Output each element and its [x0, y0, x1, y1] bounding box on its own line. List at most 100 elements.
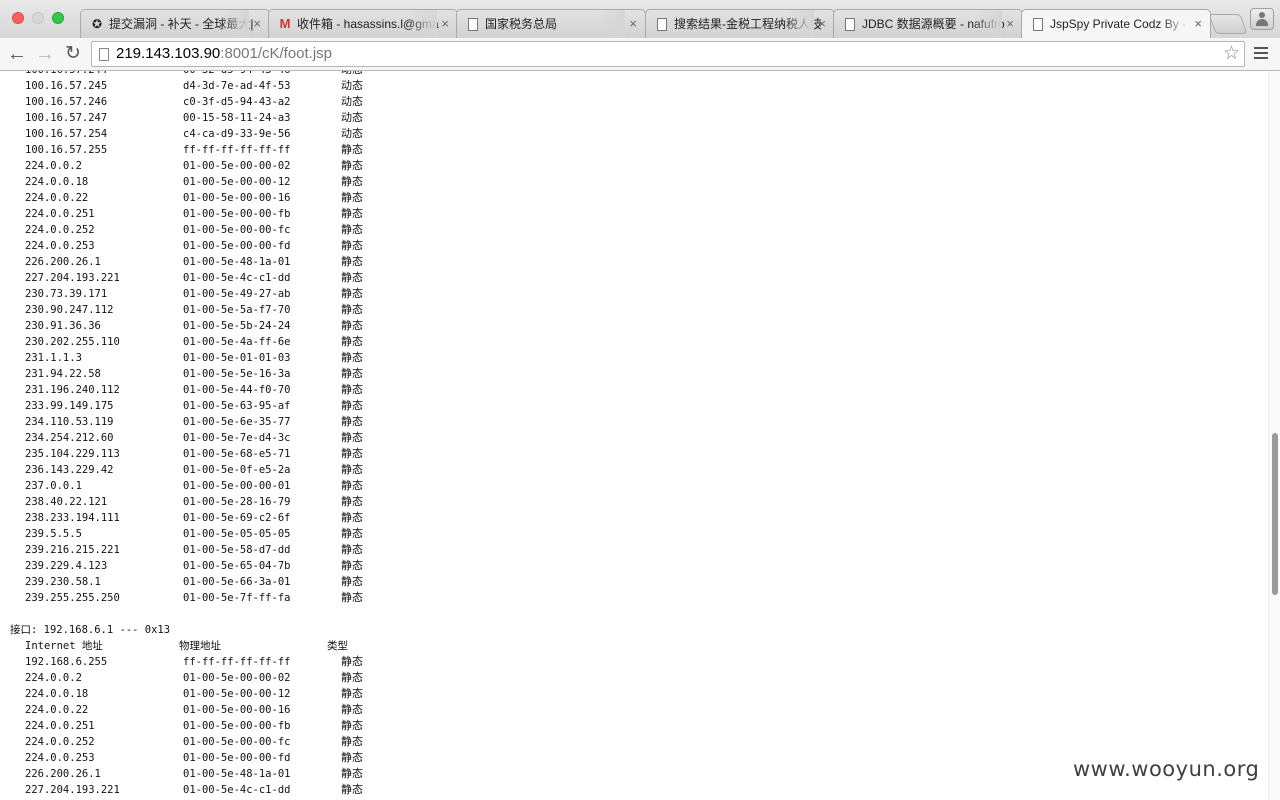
mac-address: 00-15-58-11-24-a3: [183, 112, 291, 124]
close-tab-icon[interactable]: ×: [441, 10, 449, 38]
ip-address: 230.202.255.110: [25, 336, 120, 348]
mac-address: 01-00-5e-00-00-fb: [183, 720, 291, 732]
mac-address: 01-00-5e-5e-16-3a: [183, 368, 291, 380]
close-tab-icon[interactable]: ×: [1006, 10, 1014, 38]
zoom-window-button[interactable]: [52, 12, 64, 24]
url-path: :8001/cK/foot.jsp: [220, 45, 333, 62]
table-row: 100.16.57.247 00-15-58-11-24-a3 动态: [0, 110, 1268, 126]
table-row: 224.0.0.2 01-00-5e-00-00-02 静态: [0, 670, 1268, 686]
mac-address: 01-00-5e-4c-c1-dd: [183, 784, 291, 796]
table-row: 227.204.193.221 01-00-5e-4c-c1-dd 静态: [0, 782, 1268, 798]
ip-address: 100.16.57.244: [25, 71, 107, 78]
mac-address: 01-00-5e-49-27-ab: [183, 288, 291, 300]
tab-jdbc[interactable]: JDBC 数据源概要 - nafufro ×: [833, 9, 1023, 38]
interface-label: 接口: 192.168.6.1 --- 0x13: [10, 624, 171, 636]
address-bar[interactable]: 219.143.103.90:8001/cK/foot.jsp ☆: [91, 41, 1245, 67]
ip-address: 100.16.57.246: [25, 96, 108, 108]
back-arrow-icon[interactable]: ←: [5, 42, 29, 66]
entry-type: 静态: [341, 159, 363, 172]
tab-gmail[interactable]: M 收件箱 - hasassins.l@gma ×: [268, 9, 458, 38]
entry-type: 静态: [341, 495, 363, 508]
tab-search-results[interactable]: 搜索结果-金税工程纳税人技 ×: [645, 9, 835, 38]
entry-type: 动态: [341, 95, 363, 108]
arp-table-output: 100.16.57.24400-32-d5-94-43-46动态100.16.5…: [0, 71, 1268, 798]
entry-type: 静态: [341, 575, 363, 588]
table-row: 100.16.57.245 d4-3d-7e-ad-4f-53 动态: [0, 78, 1268, 94]
mac-address: 01-00-5e-00-00-01: [183, 480, 291, 492]
profile-icon[interactable]: [1250, 8, 1274, 30]
mac-address: 01-00-5e-65-04-7b: [183, 560, 291, 572]
mac-address: 01-00-5e-00-00-fc: [183, 736, 291, 748]
interface-line: 接口: 192.168.6.1 --- 0x13: [0, 622, 1268, 638]
page-content: 100.16.57.24400-32-d5-94-43-46动态100.16.5…: [0, 71, 1268, 800]
table-row: 192.168.6.255 ff-ff-ff-ff-ff-ff 静态: [0, 654, 1268, 670]
tab-strip: ✪ 提交漏洞 - 补天 - 全球最大| × M 收件箱 - hasassins.…: [0, 0, 1280, 38]
entry-type: 静态: [341, 703, 363, 716]
header-physical-address: 物理地址: [179, 640, 221, 652]
mac-address: c0-3f-d5-94-43-a2: [183, 96, 291, 108]
mac-address: 01-00-5e-00-00-16: [183, 192, 291, 204]
entry-type: 静态: [341, 783, 363, 796]
mac-address: 01-00-5e-4c-c1-dd: [183, 272, 291, 284]
close-tab-icon[interactable]: ×: [629, 10, 637, 38]
ip-address: 231.1.1.3: [25, 352, 82, 364]
tab-chinatax[interactable]: 国家税务总局 ×: [456, 9, 646, 38]
menu-icon[interactable]: [1254, 47, 1268, 61]
table-row: 100.16.57.244 00-32-d5-94-43-46 动态: [0, 71, 1268, 78]
ip-address: 237.0.0.1: [25, 480, 82, 492]
table-row: 224.0.0.251 01-00-5e-00-00-fb 静态: [0, 718, 1268, 734]
entry-type: 静态: [341, 383, 363, 396]
ip-address: 230.91.36.36: [25, 320, 101, 332]
scrollbar-thumb[interactable]: [1272, 433, 1278, 595]
ip-address: 226.200.26.1: [25, 768, 101, 780]
ip-address: 236.143.229.42: [25, 464, 114, 476]
mac-address: 01-00-5e-05-05-05: [183, 528, 291, 540]
tab-butian[interactable]: ✪ 提交漏洞 - 补天 - 全球最大| ×: [80, 9, 270, 38]
tab-jspspy[interactable]: JspSpy Private Codz By - ×: [1021, 9, 1211, 38]
mac-address: d4-3d-7e-ad-4f-53: [183, 80, 291, 92]
vertical-scrollbar[interactable]: [1268, 71, 1280, 800]
ip-address: 239.230.58.1: [25, 576, 101, 588]
bookmark-star-icon[interactable]: ☆: [1223, 42, 1240, 66]
mac-address: 01-00-5e-28-16-79: [183, 496, 291, 508]
mac-address: 01-00-5e-00-00-fd: [183, 240, 291, 252]
mac-address: 01-00-5e-00-00-02: [183, 160, 291, 172]
close-tab-icon[interactable]: ×: [1194, 10, 1202, 38]
page-icon: [657, 18, 667, 31]
ip-address: 224.0.0.18: [25, 688, 89, 700]
entry-type: 静态: [341, 367, 363, 380]
table-row: 230.91.36.36 01-00-5e-5b-24-24 静态: [0, 318, 1268, 334]
ip-address: 224.0.0.252: [25, 224, 95, 236]
reload-icon[interactable]: ↻: [61, 42, 85, 66]
new-tab-button[interactable]: [1208, 14, 1248, 34]
mac-address: 01-00-5e-7e-d4-3c: [183, 432, 291, 444]
table-row: 224.0.0.18 01-00-5e-00-00-12 静态: [0, 174, 1268, 190]
forward-arrow-icon[interactable]: →: [33, 42, 57, 66]
minimize-window-button[interactable]: [32, 12, 44, 24]
table-row: 231.196.240.112 01-00-5e-44-f0-70 静态: [0, 382, 1268, 398]
table-row: 231.1.1.3 01-00-5e-01-01-03 静态: [0, 350, 1268, 366]
ip-address: 192.168.6.255: [25, 656, 108, 668]
close-window-button[interactable]: [12, 12, 24, 24]
close-tab-icon[interactable]: ×: [818, 10, 826, 38]
ip-address: 234.110.53.119: [25, 416, 114, 428]
ip-address: 227.204.193.221: [25, 272, 120, 284]
watermark: www.wooyun.org: [1073, 757, 1260, 781]
ip-address: 227.204.193.221: [25, 784, 120, 796]
table-header: Internet 地址 物理地址 类型: [0, 638, 1268, 654]
ip-address: 226.200.26.1: [25, 256, 101, 268]
ip-address: 233.99.149.175: [25, 400, 114, 412]
mac-address: 01-00-5e-01-01-03: [183, 352, 291, 364]
entry-type: 静态: [341, 687, 363, 700]
mac-address: ff-ff-ff-ff-ff-ff: [183, 144, 291, 156]
ip-address: 234.254.212.60: [25, 432, 114, 444]
ip-address: 238.233.194.111: [25, 512, 120, 524]
ip-address: 235.104.229.113: [25, 448, 120, 460]
entry-type: 静态: [341, 511, 363, 524]
entry-type: 静态: [341, 207, 363, 220]
table-row: 224.0.0.251 01-00-5e-00-00-fb 静态: [0, 206, 1268, 222]
entry-type: 静态: [341, 751, 363, 764]
close-tab-icon[interactable]: ×: [253, 10, 261, 38]
ip-address: 224.0.0.253: [25, 752, 95, 764]
